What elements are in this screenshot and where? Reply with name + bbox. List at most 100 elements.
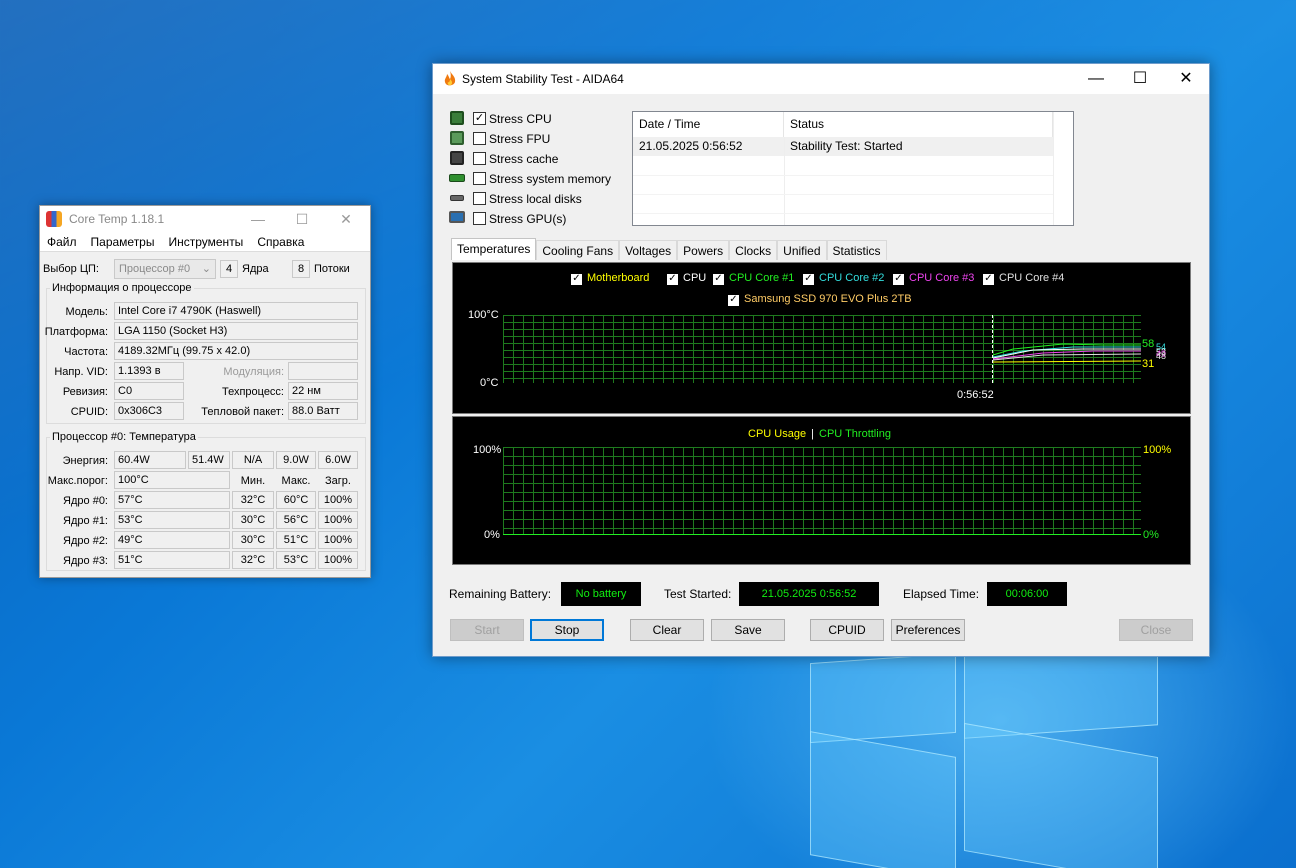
close-button[interactable]: Close: [1119, 619, 1193, 641]
usage-axis-max-right: 100%: [1143, 444, 1172, 456]
stress-cpu-label[interactable]: Stress CPU: [489, 112, 552, 126]
chevron-down-icon: ⌄: [201, 263, 211, 275]
maximize-icon[interactable]: ☐: [1117, 64, 1163, 94]
power-value-uncore: N/A: [232, 451, 274, 469]
cpuid-button[interactable]: CPUID: [810, 619, 884, 641]
temperature-group-title: Процессор #0: Температура: [50, 431, 198, 443]
power-value-dram: 9.0W: [276, 451, 316, 469]
usage-axis-min-left: 0%: [484, 529, 500, 541]
tab-clocks[interactable]: Clocks: [729, 240, 778, 260]
core-label: Ядро #0:: [63, 495, 108, 507]
core-temp: 57°C: [114, 491, 230, 509]
col-max-header: Макс.: [281, 475, 311, 487]
core-max: 53°C: [276, 551, 316, 569]
legend-checkbox-ssd[interactable]: ✓: [728, 295, 739, 306]
stress-fpu-checkbox[interactable]: [473, 132, 486, 145]
tab-statistics[interactable]: Statistics: [826, 240, 887, 260]
coretemp-titlebar[interactable]: Core Temp 1.18.1 — ☐ ✕: [40, 206, 370, 232]
legend-cpu: CPU: [683, 272, 707, 284]
tab-unified[interactable]: Unified: [777, 240, 827, 260]
col-load-header: Загр.: [325, 475, 351, 487]
temperature-graph: ✓ Motherboard ✓ CPU ✓ CPU Core #1 ✓ CPU …: [452, 262, 1191, 414]
maximize-icon[interactable]: ☐: [280, 206, 324, 232]
legend-checkbox-core2[interactable]: ✓: [803, 274, 814, 285]
legend-cpu-throttling: CPU Throttling: [819, 428, 891, 440]
legend-checkbox-motherboard[interactable]: ✓: [571, 274, 582, 285]
platform-label: Платформа:: [44, 326, 108, 338]
stress-gpu-label[interactable]: Stress GPU(s): [489, 212, 566, 226]
fpu-icon: [450, 131, 464, 145]
threads-count: 8: [292, 260, 310, 278]
core-min: 30°C: [232, 511, 274, 529]
minimize-icon[interactable]: —: [236, 206, 280, 232]
clear-button[interactable]: Clear: [630, 619, 704, 641]
start-button[interactable]: Start: [450, 619, 524, 641]
test-started-value: 21.05.2025 0:56:52: [739, 582, 879, 606]
menu-help[interactable]: Справка: [250, 235, 311, 249]
menu-options[interactable]: Параметры: [84, 235, 162, 249]
legend-checkbox-cpu[interactable]: ✓: [667, 274, 678, 285]
legend-core1: CPU Core #1: [729, 272, 795, 284]
stress-disks-label[interactable]: Stress local disks: [489, 192, 582, 206]
core-label: Ядро #3:: [63, 555, 108, 567]
legend-checkbox-core4[interactable]: ✓: [983, 274, 994, 285]
tab-temperatures[interactable]: Temperatures: [451, 238, 537, 260]
vid-label: Напр. VID:: [54, 366, 108, 378]
core-temp: 49°C: [114, 531, 230, 549]
stress-cache-label[interactable]: Stress cache: [489, 152, 558, 166]
disk-icon: [450, 195, 464, 201]
event-log-table[interactable]: Date / Time Status 21.05.2025 0:56:52 St…: [632, 111, 1074, 226]
preferences-button[interactable]: Preferences: [891, 619, 965, 641]
legend-checkbox-core1[interactable]: ✓: [713, 274, 724, 285]
log-header-datetime[interactable]: Date / Time: [633, 112, 784, 137]
menu-tools[interactable]: Инструменты: [161, 235, 250, 249]
frequency-label: Частота:: [64, 346, 108, 358]
minimize-icon[interactable]: —: [1073, 64, 1119, 94]
tab-voltages[interactable]: Voltages: [619, 240, 678, 260]
usage-axis-max-left: 100%: [473, 444, 502, 456]
windows-logo-pane: [810, 652, 956, 744]
tab-powers[interactable]: Powers: [677, 240, 730, 260]
coretemp-window: Core Temp 1.18.1 — ☐ ✕ Файл Параметры Ин…: [39, 205, 371, 578]
core-min: 32°C: [232, 551, 274, 569]
test-started-label: Test Started:: [664, 587, 732, 601]
stress-cache-checkbox[interactable]: [473, 152, 486, 165]
cores-label: Ядра: [242, 263, 269, 275]
power-value-gpu: 6.0W: [318, 451, 358, 469]
stress-fpu-label[interactable]: Stress FPU: [489, 132, 550, 146]
cpu-chip-icon: [450, 111, 464, 125]
modulation-label: Модуляция:: [223, 366, 284, 378]
close-icon[interactable]: ✕: [324, 206, 368, 232]
close-icon[interactable]: ✕: [1163, 64, 1209, 94]
cpu-select-dropdown[interactable]: Процессор #0 ⌄: [114, 259, 216, 279]
menu-file[interactable]: Файл: [40, 235, 84, 249]
model-value: Intel Core i7 4790K (Haswell): [114, 302, 358, 320]
stress-memory-checkbox[interactable]: [473, 172, 486, 185]
core-max: 56°C: [276, 511, 316, 529]
platform-value: LGA 1150 (Socket H3): [114, 322, 358, 340]
aida64-titlebar[interactable]: System Stability Test - AIDA64 — ☐ ✕: [433, 64, 1209, 94]
tab-cooling-fans[interactable]: Cooling Fans: [536, 240, 620, 260]
log-header-status[interactable]: Status: [784, 112, 1053, 137]
revision-value: C0: [114, 382, 184, 400]
save-button[interactable]: Save: [711, 619, 785, 641]
legend-checkbox-core3[interactable]: ✓: [893, 274, 904, 285]
temp-readout: 31: [1142, 358, 1155, 370]
core-min: 32°C: [232, 491, 274, 509]
modulation-value: [288, 362, 358, 380]
stress-gpu-checkbox[interactable]: [473, 212, 486, 225]
stress-disks-checkbox[interactable]: [473, 192, 486, 205]
tjmax-label: Макс.порог:: [47, 475, 108, 487]
temp-readout: 48: [1156, 351, 1167, 361]
remaining-battery-label: Remaining Battery:: [449, 587, 552, 601]
stop-button[interactable]: Stop: [530, 619, 604, 641]
legend-core3: CPU Core #3: [909, 272, 975, 284]
stress-cpu-checkbox[interactable]: ✓: [473, 112, 486, 125]
stress-memory-label[interactable]: Stress system memory: [489, 172, 611, 186]
coretemp-menubar: Файл Параметры Инструменты Справка: [40, 232, 370, 252]
temp-time-label: 0:56:52: [957, 389, 994, 401]
coretemp-app-icon: [46, 211, 62, 227]
windows-logo: [808, 639, 1168, 868]
legend-motherboard: Motherboard: [587, 272, 650, 284]
remaining-battery-value: No battery: [561, 582, 641, 606]
